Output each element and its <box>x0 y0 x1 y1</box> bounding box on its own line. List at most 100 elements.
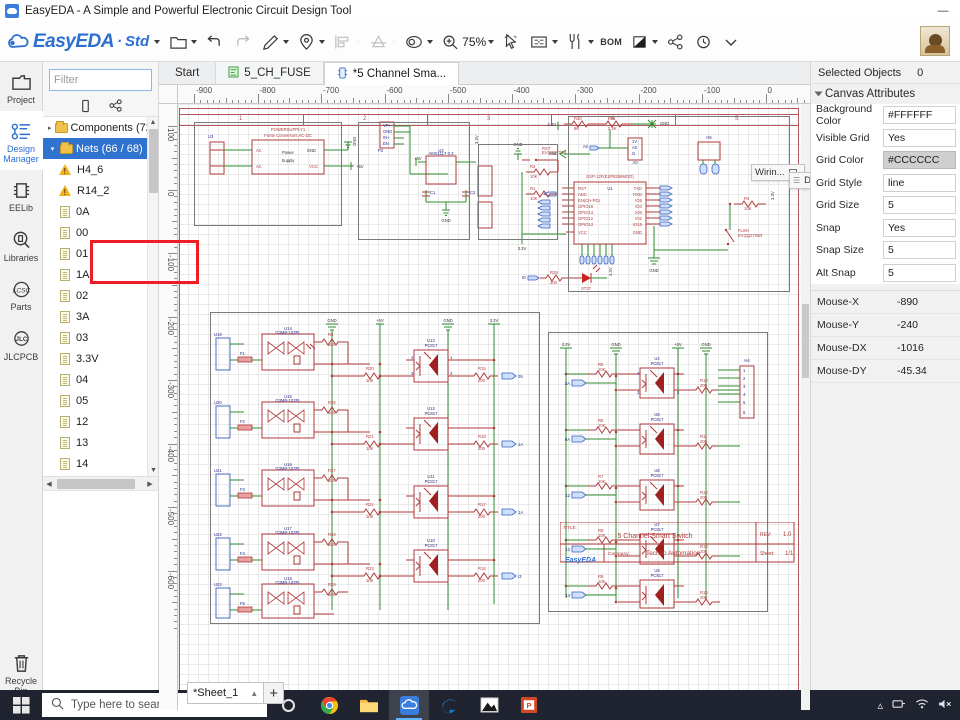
easyeda-icon[interactable] <box>389 690 429 720</box>
canvas-vertical-scrollbar[interactable] <box>801 104 810 710</box>
schematic-canvas-area[interactable]: Start 5_CH_FUSE *5 Channel Sma... -900 -8… <box>159 62 810 710</box>
photos-icon[interactable] <box>469 690 509 720</box>
place-pin-icon[interactable] <box>292 26 328 58</box>
canvas-scroll-thumb[interactable] <box>802 304 809 378</box>
user-avatar[interactable] <box>920 26 950 56</box>
attr-row-snap-size[interactable]: Snap Size 5 <box>811 239 960 262</box>
sidebar-item-design-manager[interactable]: Design Manager <box>0 111 43 171</box>
network-icon[interactable] <box>892 698 906 713</box>
zoom-icon[interactable]: 75% <box>436 26 497 58</box>
schematic-grid[interactable]: 12 34 5 U3 POWERSUPPLY1 Fonte Conversors… <box>178 104 810 710</box>
tree-node-net[interactable]: 14 <box>43 453 158 474</box>
chrome-icon[interactable] <box>309 690 349 720</box>
block-connector-strip[interactable] <box>478 144 558 240</box>
undo-icon[interactable] <box>200 26 228 58</box>
scroll-right-arrow-icon[interactable]: ▶ <box>144 480 156 488</box>
powerpoint-icon[interactable]: P <box>509 690 549 720</box>
view-icon[interactable] <box>400 26 436 58</box>
attr-value-grid-style[interactable]: line <box>883 173 956 192</box>
tree-node-net[interactable]: 04 <box>43 369 158 390</box>
theme-chevron-down-icon[interactable] <box>652 39 659 44</box>
volume-muted-icon[interactable] <box>938 698 952 713</box>
file-explorer-icon[interactable] <box>349 690 389 720</box>
scroll-up-arrow-icon[interactable]: ▲ <box>148 117 158 128</box>
filter-input[interactable]: Filter <box>49 69 152 91</box>
history-icon[interactable] <box>689 26 717 58</box>
tree-node-net[interactable]: 03 <box>43 327 158 348</box>
sheet-tab-sheet-1[interactable]: *Sheet_1 ▲ <box>187 682 265 704</box>
tree-node-net[interactable]: 00 <box>43 222 158 243</box>
tree-node-net[interactable]: 01 <box>43 243 158 264</box>
tools-icon[interactable] <box>561 26 597 58</box>
hscroll-thumb[interactable] <box>57 478 135 489</box>
drawing-toolbar[interactable]: ☰ Drawi... <box>789 172 810 189</box>
edit-chevron-down-icon[interactable] <box>283 39 290 44</box>
tools-chevron-down-icon[interactable] <box>588 39 595 44</box>
scroll-down-arrow-icon[interactable]: ▼ <box>148 465 158 476</box>
block-regulator[interactable] <box>358 122 470 240</box>
select-cursor-icon[interactable] <box>497 26 525 58</box>
attr-value-visible-grid[interactable]: Yes <box>883 128 956 147</box>
file-icon[interactable] <box>164 26 200 58</box>
minimize-button[interactable]: — <box>926 0 960 22</box>
place-chevron-down-icon[interactable] <box>319 39 326 44</box>
theme-contrast-icon[interactable] <box>625 26 661 58</box>
show-hidden-icons-chevron[interactable]: ▵ <box>877 699 883 712</box>
attr-value-grid-color[interactable]: #CCCCCC <box>883 151 956 170</box>
tree-node-h4-6[interactable]: H4_6 <box>43 159 158 180</box>
netlist-icon[interactable] <box>525 26 561 58</box>
twisty-icon[interactable]: ▸ <box>48 124 52 132</box>
tree-node-net[interactable]: 0A <box>43 201 158 222</box>
drawing-toolbar-grip-icon[interactable]: ☰ <box>793 176 800 185</box>
netlist-chevron-down-icon[interactable] <box>552 39 559 44</box>
attr-value-background-color[interactable]: #FFFFFF <box>883 106 956 125</box>
sidebar-item-project[interactable]: Project <box>0 62 43 111</box>
design-tree[interactable]: ▸ Components (72) ( ▾ Nets (66 / 68) ⟳ H… <box>43 116 158 476</box>
tree-node-net[interactable]: 05 <box>43 390 158 411</box>
component-toggle-icon[interactable] <box>78 98 94 114</box>
attr-value-alt-snap[interactable]: 5 <box>883 263 956 282</box>
attr-row-visible-grid[interactable]: Visible Grid Yes <box>811 126 960 149</box>
add-sheet-button[interactable]: + <box>264 682 285 704</box>
view-chevron-down-icon[interactable] <box>427 39 434 44</box>
sidebar-item-parts[interactable]: LCSC Parts <box>0 269 43 318</box>
tree-node-r14-2[interactable]: R14_2 <box>43 180 158 201</box>
file-chevron-down-icon[interactable] <box>191 39 198 44</box>
sidebar-item-eelib[interactable]: EELib <box>0 170 43 219</box>
more-chevron-icon[interactable] <box>717 26 745 58</box>
sheet-tab-chevron-up-icon[interactable]: ▲ <box>250 689 258 698</box>
zoom-chevron-down-icon[interactable] <box>488 39 495 44</box>
zoom-level[interactable]: 75% <box>462 35 486 49</box>
sidebar-item-jlcpcb[interactable]: JLC JLCPCB <box>0 319 43 368</box>
tree-vertical-scrollbar[interactable]: ▲ ▼ <box>147 117 158 476</box>
tree-horizontal-scrollbar[interactable]: ◀ ▶ <box>43 476 158 490</box>
edge-icon[interactable] <box>429 690 469 720</box>
attr-row-grid-size[interactable]: Grid Size 5 <box>811 194 960 217</box>
attr-row-alt-snap[interactable]: Alt Snap 5 <box>811 261 960 284</box>
windows-start-icon[interactable] <box>0 690 42 720</box>
canvas-attributes-header[interactable]: Canvas Attributes <box>811 84 960 104</box>
tree-node-net[interactable]: 3.3V <box>43 348 158 369</box>
tab-start[interactable]: Start <box>159 62 215 84</box>
bom-button[interactable]: BOM <box>597 26 625 58</box>
tree-node-net[interactable]: 02 <box>43 285 158 306</box>
attr-row-grid-style[interactable]: Grid Style line <box>811 171 960 194</box>
tree-node-net[interactable]: 1A <box>43 264 158 285</box>
tree-node-net[interactable]: 13 <box>43 432 158 453</box>
tree-node-components[interactable]: ▸ Components (72) ( <box>43 117 158 138</box>
attr-row-snap[interactable]: Snap Yes <box>811 216 960 239</box>
tree-node-net[interactable]: 3A <box>43 306 158 327</box>
tree-node-nets[interactable]: ▾ Nets (66 / 68) ⟳ <box>43 138 158 159</box>
sidebar-item-libraries[interactable]: Libraries <box>0 220 43 269</box>
sheet-title-block[interactable]: TITLE: 5 Channel Smart Switch REV: 1.0 C… <box>559 521 800 564</box>
edit-pencil-icon[interactable] <box>256 26 292 58</box>
easyeda-logo[interactable]: EasyEDA · Std <box>6 31 161 53</box>
tree-node-net[interactable]: 12 <box>43 411 158 432</box>
attr-row-grid-color[interactable]: Grid Color #CCCCCC <box>811 149 960 172</box>
tab-5-ch-fuse[interactable]: 5_CH_FUSE <box>215 62 324 84</box>
scroll-left-arrow-icon[interactable]: ◀ <box>43 480 55 488</box>
tab-5-channel-smart-switch[interactable]: *5 Channel Sma... <box>323 62 460 85</box>
triac-bank-drawing[interactable]: GND +5V GND 3.3V U19 F1 U14 G3MB-102PL R… <box>210 312 540 624</box>
block-esp-module[interactable] <box>568 116 790 292</box>
share-icon[interactable] <box>661 26 689 58</box>
